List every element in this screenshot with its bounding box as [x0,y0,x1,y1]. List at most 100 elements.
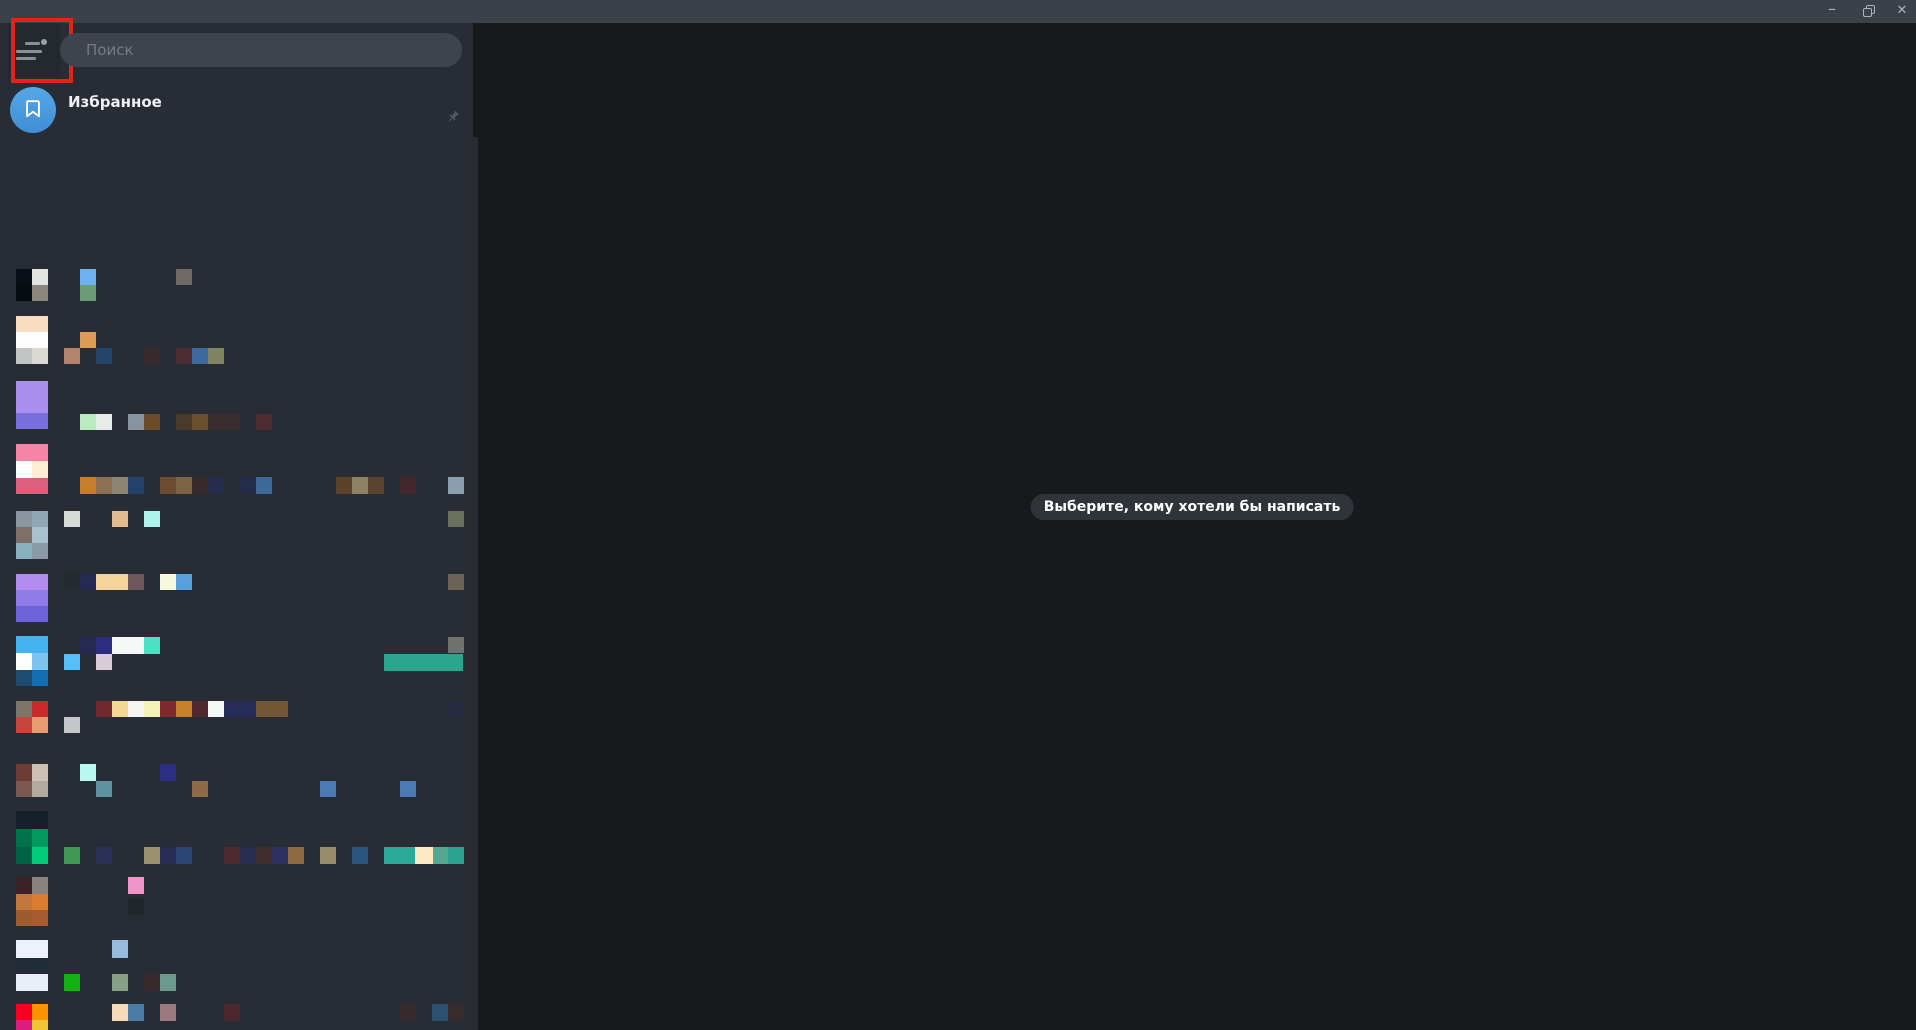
chat-mosaic-block [16,894,32,910]
chat-mosaic-block [16,958,48,974]
chat-mosaic-block [400,1004,416,1021]
chat-mosaic-block [144,701,160,717]
chat-mosaic-block [64,511,80,527]
chat-mosaic-block [16,285,32,301]
chat-mosaic-block [112,940,128,958]
chat-mosaic-block [16,829,32,847]
chat-mosaic-block [80,414,96,430]
chat-mosaic-block [320,781,336,797]
main-area: Выберите, кому хотели бы написать [478,23,1916,1030]
chat-mosaic-block [64,574,80,590]
chat-mosaic-block [112,1004,128,1021]
chat-mosaic-block [192,348,208,364]
chat-mosaic-block [208,414,240,430]
chat-mosaic-block [96,781,112,797]
chat-mosaic-block [32,269,48,285]
chat-mosaic-block [144,348,160,364]
chat-mosaic-block [400,781,416,797]
chat-mosaic-block [80,285,96,301]
chat-mosaic-block [176,348,192,364]
chat-mosaic-block [208,477,224,494]
chat-mosaic-block [192,477,208,494]
chat-mosaic-block [192,781,208,797]
chat-mosaic-block [32,285,48,301]
chat-mosaic-block [80,637,96,654]
chat-mosaic-block [160,974,176,991]
main-menu-button[interactable] [8,18,73,83]
chat-mosaic-block [240,477,256,494]
chat-mosaic-block [16,910,32,926]
chat-mosaic-block [16,381,48,413]
maximize-restore-button[interactable] [1852,0,1882,23]
chat-mosaic-block [64,717,80,733]
chat-mosaic-block [112,637,144,654]
chat-mosaic-block [16,316,48,332]
chat-mosaic-block [433,847,448,864]
chat-mosaic-block [144,511,160,527]
chat-list[interactable] [0,137,478,1030]
chat-mosaic-block [256,477,272,494]
chat-mosaic-block [32,348,48,364]
chat-mosaic-block [160,847,176,864]
chat-mosaic-block [176,574,192,590]
chat-mosaic-block [128,477,144,494]
chat-mosaic-block [96,654,112,670]
chat-mosaic-block [16,974,48,991]
chat-mosaic-block [368,477,384,494]
chat-mosaic-block [64,847,80,864]
chat-mosaic-block [16,511,32,527]
pin-icon [448,111,459,122]
chat-mosaic-block [16,543,32,559]
chat-item-saved-messages[interactable]: Избранное [0,72,473,137]
chat-mosaic-block [32,910,48,926]
chat-mosaic-block [32,543,48,559]
chat-mosaic-block [80,574,96,590]
chat-mosaic-block [16,269,32,285]
chat-mosaic-block [192,414,208,430]
chat-mosaic-block [208,348,224,364]
app-window: – ✕ Избранное [0,0,1916,1030]
hamburger-icon [25,42,40,45]
chat-mosaic-block [16,478,48,494]
chat-mosaic-block [176,269,192,285]
chat-mosaic-block [16,877,32,894]
chat-mosaic-block [32,461,48,478]
title-bar: – ✕ [0,0,1916,23]
chat-mosaic-block [16,717,32,733]
chat-mosaic-block [16,606,48,622]
chat-mosaic-block [32,847,48,864]
chat-mosaic-block [64,654,80,670]
chat-mosaic-block [176,701,192,717]
minimize-button[interactable]: – [1817,0,1847,23]
chat-mosaic-block [96,847,112,864]
chat-mosaic-block [16,653,32,670]
close-button[interactable]: ✕ [1887,0,1916,23]
chat-mosaic-block [32,670,48,686]
chat-mosaic-block [448,477,464,494]
chat-mosaic-block [384,654,463,671]
chat-mosaic-block [80,477,96,494]
search-input[interactable] [60,33,462,67]
chat-mosaic-block [16,1020,32,1030]
chat-mosaic-block [448,574,464,590]
chat-mosaic-block [16,781,32,797]
chat-mosaic-block [112,511,128,527]
chat-mosaic-block [112,974,128,991]
chat-mosaic-block [176,847,192,864]
chat-mosaic-block [16,444,48,461]
empty-state-message: Выберите, кому хотели бы написать [1030,494,1354,520]
sidebar: Избранное [0,18,478,1030]
chat-mosaic-block [16,574,48,590]
hamburger-icon [16,57,36,60]
chat-mosaic-block [160,574,176,590]
chat-mosaic-block [16,1004,32,1020]
chat-mosaic-block [352,477,368,494]
chat-mosaic-block [320,847,336,864]
chat-mosaic-block [224,1004,240,1021]
restore-icon [1863,8,1872,17]
chat-mosaic-block [160,1004,176,1021]
chat-mosaic-block [32,894,48,910]
hamburger-icon [16,50,42,53]
chat-mosaic-block [128,574,144,590]
chat-mosaic-block [432,1004,448,1021]
